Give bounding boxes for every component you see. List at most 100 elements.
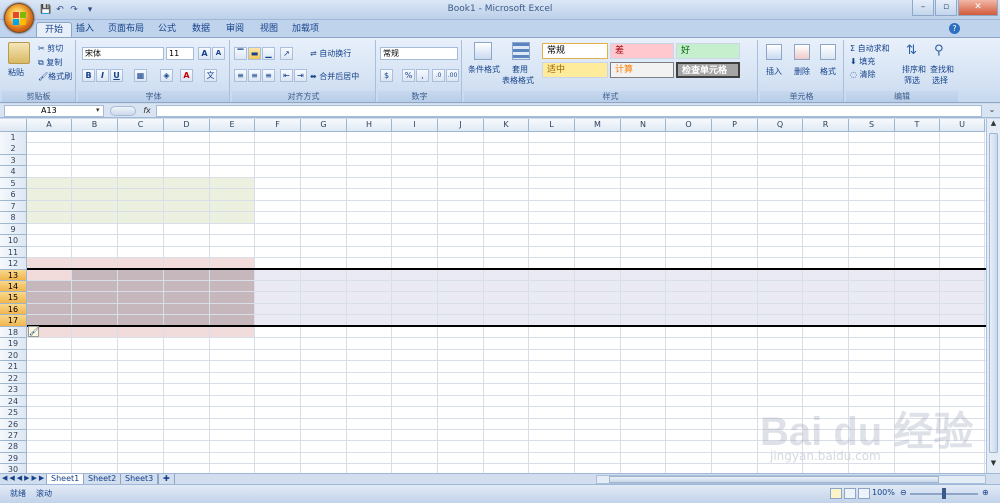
column-header-u[interactable]: U <box>940 119 985 132</box>
vertical-scrollbar[interactable]: ▲ ▼ <box>986 119 1000 473</box>
shrink-font-button[interactable]: A <box>212 47 225 60</box>
table-format-line2[interactable]: 表格格式 <box>502 75 534 86</box>
tab-addins[interactable]: 加载项 <box>284 22 327 37</box>
office-button[interactable] <box>4 3 34 33</box>
row-header-15[interactable]: 15 <box>0 292 27 304</box>
horizontal-scrollbar[interactable] <box>596 475 986 484</box>
decrease-decimal-icon[interactable]: .00 <box>446 69 459 82</box>
style-neutral[interactable]: 适中 <box>542 62 608 78</box>
formula-splitter[interactable] <box>110 106 136 116</box>
align-left-icon[interactable]: ≡ <box>234 69 247 82</box>
column-header-q[interactable]: Q <box>758 119 803 132</box>
close-button[interactable]: ✕ <box>958 0 998 16</box>
bold-button[interactable]: B <box>82 69 95 82</box>
format-cells-button[interactable]: 格式 <box>820 66 836 77</box>
column-header-o[interactable]: O <box>666 119 712 132</box>
align-top-icon[interactable]: ▔ <box>234 47 247 60</box>
style-check-cell[interactable]: 检查单元格 <box>676 62 740 78</box>
align-middle-icon[interactable]: ▬ <box>248 47 261 60</box>
normal-view-icon[interactable] <box>830 488 842 499</box>
row-header-12[interactable]: 12 <box>0 258 27 270</box>
row-header-16[interactable]: 16 <box>0 303 27 316</box>
clear-button[interactable]: ◌ 清除 <box>850 69 876 80</box>
row-header-13[interactable]: 13 <box>0 269 27 282</box>
page-break-view-icon[interactable] <box>858 488 870 499</box>
row-header-29[interactable]: 29 <box>0 452 27 465</box>
fill-button[interactable]: ⬇ 填充 <box>850 56 875 67</box>
scroll-up-icon[interactable]: ▲ <box>988 119 999 130</box>
cut-button[interactable]: ✂ 剪切 <box>38 43 63 54</box>
column-header-n[interactable]: N <box>621 119 666 132</box>
style-calculation[interactable]: 计算 <box>610 62 674 78</box>
underline-button[interactable]: U <box>110 69 123 82</box>
row-header-4[interactable]: 4 <box>0 166 27 178</box>
insert-function-button[interactable]: fx <box>140 105 154 117</box>
tab-data[interactable]: 数据 <box>184 22 218 37</box>
paste-button[interactable]: 粘贴 <box>8 67 24 78</box>
select-all-corner[interactable] <box>0 119 27 132</box>
row-header-14[interactable]: 14 <box>0 280 27 293</box>
row-header-23[interactable]: 23 <box>0 384 27 396</box>
font-name-select[interactable]: 宋体 <box>82 47 164 60</box>
column-header-h[interactable]: H <box>347 119 392 132</box>
row-header-22[interactable]: 22 <box>0 372 27 385</box>
row-header-1[interactable]: 1 <box>0 132 27 144</box>
column-header-f[interactable]: F <box>255 119 301 132</box>
orientation-icon[interactable]: ↗ <box>280 47 293 60</box>
column-header-t[interactable]: T <box>895 119 940 132</box>
row-header-24[interactable]: 24 <box>0 395 27 408</box>
find-select-line2[interactable]: 选择 <box>932 75 948 86</box>
row-header-11[interactable]: 11 <box>0 246 27 259</box>
comma-button[interactable]: , <box>416 69 429 82</box>
currency-icon[interactable]: $ <box>380 69 393 82</box>
tab-formulas[interactable]: 公式 <box>150 22 184 37</box>
find-select-line1[interactable]: 查找和 <box>930 64 954 75</box>
align-right-icon[interactable]: ≡ <box>262 69 275 82</box>
row-header-6[interactable]: 6 <box>0 189 27 201</box>
row-header-20[interactable]: 20 <box>0 349 27 362</box>
minimize-button[interactable]: – <box>912 0 934 16</box>
row-header-30[interactable]: 30 <box>0 464 27 473</box>
formula-input[interactable] <box>156 105 982 117</box>
delete-cells-button[interactable]: 删除 <box>794 66 810 77</box>
tab-insert[interactable]: 插入 <box>68 22 102 37</box>
conditional-format-button[interactable]: 条件格式 <box>468 64 500 75</box>
align-bottom-icon[interactable]: ▁ <box>262 47 275 60</box>
horizontal-scroll-thumb[interactable] <box>609 476 939 483</box>
increase-indent-icon[interactable]: ⇥ <box>294 69 307 82</box>
number-format-select[interactable]: 常规 <box>380 47 458 60</box>
style-bad[interactable]: 差 <box>610 43 674 59</box>
autosum-button[interactable]: Σ 自动求和 <box>850 43 890 54</box>
zoom-out-icon[interactable]: ⊖ <box>900 488 907 497</box>
row-header-7[interactable]: 7 <box>0 200 27 213</box>
expand-formula-icon[interactable]: ⌄ <box>986 105 998 117</box>
merge-center-button[interactable]: ⬌ 合并后居中 <box>310 71 359 82</box>
row-header-21[interactable]: 21 <box>0 361 27 373</box>
column-header-l[interactable]: L <box>529 119 575 132</box>
fill-color-icon[interactable]: ◈ <box>160 69 173 82</box>
border-icon[interactable]: ▦ <box>134 69 147 82</box>
tab-home[interactable]: 开始 <box>36 22 73 37</box>
name-box[interactable]: A13 <box>4 105 104 117</box>
style-good[interactable]: 好 <box>676 43 740 59</box>
column-header-s[interactable]: S <box>849 119 895 132</box>
percent-button[interactable]: % <box>402 69 415 82</box>
decrease-indent-icon[interactable]: ⇤ <box>280 69 293 82</box>
row-header-26[interactable]: 26 <box>0 418 27 430</box>
sort-filter-line1[interactable]: 排序和 <box>902 64 926 75</box>
name-box-dropdown-icon[interactable]: ▾ <box>96 106 100 114</box>
column-header-e[interactable]: E <box>210 119 255 132</box>
zoom-in-icon[interactable]: ⊕ <box>982 488 989 497</box>
sort-filter-line2[interactable]: 筛选 <box>904 75 920 86</box>
font-color-icon[interactable]: A <box>180 69 193 82</box>
column-header-d[interactable]: D <box>164 119 210 132</box>
column-header-m[interactable]: M <box>575 119 621 132</box>
row-header-3[interactable]: 3 <box>0 154 27 167</box>
table-format-line1[interactable]: 套用 <box>512 64 528 75</box>
italic-button[interactable]: I <box>96 69 109 82</box>
insert-cells-button[interactable]: 插入 <box>766 66 782 77</box>
sheet-nav-icons[interactable]: ◀◀◀▶▶▶ <box>2 474 46 482</box>
column-header-i[interactable]: I <box>392 119 438 132</box>
tab-review[interactable]: 审阅 <box>218 22 252 37</box>
page-layout-view-icon[interactable] <box>844 488 856 499</box>
